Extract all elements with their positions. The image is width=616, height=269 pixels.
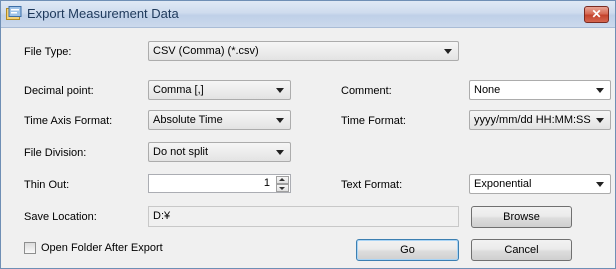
- title-bar[interactable]: Export Measurement Data ✕: [1, 1, 615, 28]
- decimal-point-value: Comma [,]: [153, 84, 204, 96]
- export-dialog: Export Measurement Data ✕ File Type: CSV…: [0, 0, 616, 269]
- browse-button[interactable]: Browse: [471, 206, 572, 228]
- app-icon: [6, 6, 22, 20]
- time-format-value: yyyy/mm/dd HH:MM:SS: [474, 114, 591, 126]
- file-type-label: File Type:: [24, 46, 72, 58]
- close-button[interactable]: ✕: [584, 6, 609, 23]
- chevron-down-icon: [444, 49, 452, 54]
- open-folder-checkbox[interactable]: [24, 242, 36, 254]
- cancel-button[interactable]: Cancel: [471, 239, 572, 261]
- spin-down-icon[interactable]: [276, 184, 289, 192]
- thin-out-label: Thin Out:: [24, 179, 70, 191]
- save-location-value: D:¥: [153, 210, 171, 222]
- file-division-value: Do not split: [153, 146, 209, 158]
- time-axis-format-select[interactable]: Absolute Time: [148, 110, 291, 130]
- text-format-label: Text Format:: [341, 179, 403, 191]
- window-title: Export Measurement Data: [27, 6, 179, 21]
- file-type-value: CSV (Comma) (*.csv): [153, 45, 259, 57]
- comment-select[interactable]: None: [469, 80, 611, 100]
- decimal-point-select[interactable]: Comma [,]: [148, 80, 291, 100]
- file-division-select[interactable]: Do not split: [148, 142, 291, 162]
- comment-value: None: [474, 84, 501, 96]
- chevron-down-icon: [596, 88, 604, 93]
- go-button[interactable]: Go: [356, 239, 459, 261]
- save-location-label: Save Location:: [24, 211, 97, 223]
- file-division-label: File Division:: [24, 147, 87, 159]
- thin-out-spinbox[interactable]: 1: [148, 174, 291, 193]
- chevron-down-icon: [276, 118, 284, 123]
- time-format-label: Time Format:: [341, 115, 406, 127]
- time-axis-format-value: Absolute Time: [153, 114, 223, 126]
- thin-out-value: 1: [263, 177, 270, 189]
- decimal-point-label: Decimal point:: [24, 85, 94, 97]
- time-format-select[interactable]: yyyy/mm/dd HH:MM:SS: [469, 110, 611, 130]
- text-format-select[interactable]: Exponential: [469, 174, 611, 194]
- spin-up-icon[interactable]: [276, 176, 289, 184]
- text-format-value: Exponential: [474, 178, 532, 190]
- file-type-select[interactable]: CSV (Comma) (*.csv): [148, 41, 459, 61]
- open-folder-label[interactable]: Open Folder After Export: [41, 241, 163, 255]
- time-axis-format-label: Time Axis Format:: [24, 115, 113, 127]
- chevron-down-icon: [596, 118, 604, 123]
- save-location-field[interactable]: D:¥: [148, 206, 459, 227]
- chevron-down-icon: [276, 88, 284, 93]
- comment-label: Comment:: [341, 85, 392, 97]
- chevron-down-icon: [276, 150, 284, 155]
- chevron-down-icon: [596, 182, 604, 187]
- close-icon: ✕: [591, 7, 602, 21]
